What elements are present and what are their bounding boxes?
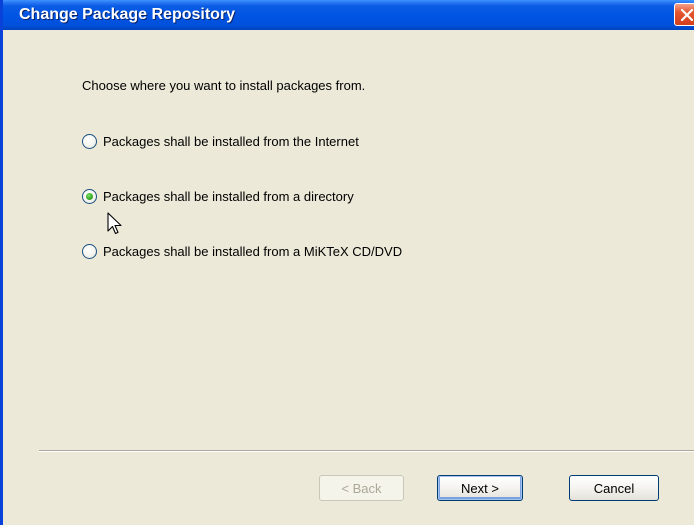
title-bar[interactable]: Change Package Repository <box>3 0 694 30</box>
radio-button[interactable] <box>82 134 97 149</box>
radio-option-directory[interactable]: Packages shall be installed from a direc… <box>82 189 354 204</box>
separator-line <box>39 450 694 452</box>
cancel-button[interactable]: Cancel <box>569 475 659 501</box>
mouse-pointer-icon <box>107 212 122 235</box>
instruction-text: Choose where you want to install package… <box>82 78 366 93</box>
dialog-body: Choose where you want to install package… <box>3 30 694 525</box>
back-button[interactable]: < Back <box>319 475 404 501</box>
radio-option-cd-dvd[interactable]: Packages shall be installed from a MiKTe… <box>82 244 402 259</box>
radio-label: Packages shall be installed from a MiKTe… <box>103 244 403 259</box>
close-button[interactable] <box>674 3 694 26</box>
radio-label: Packages shall be installed from a direc… <box>103 189 354 204</box>
dialog-window: Change Package Repository Choose where y… <box>0 0 694 525</box>
next-button[interactable]: Next > <box>437 475 523 501</box>
window-title: Change Package Repository <box>19 6 236 23</box>
radio-button-checked[interactable] <box>82 189 97 204</box>
radio-button[interactable] <box>82 244 97 259</box>
radio-label: Packages shall be installed from the Int… <box>103 134 359 149</box>
radio-option-internet[interactable]: Packages shall be installed from the Int… <box>82 134 359 149</box>
close-icon <box>681 9 693 21</box>
